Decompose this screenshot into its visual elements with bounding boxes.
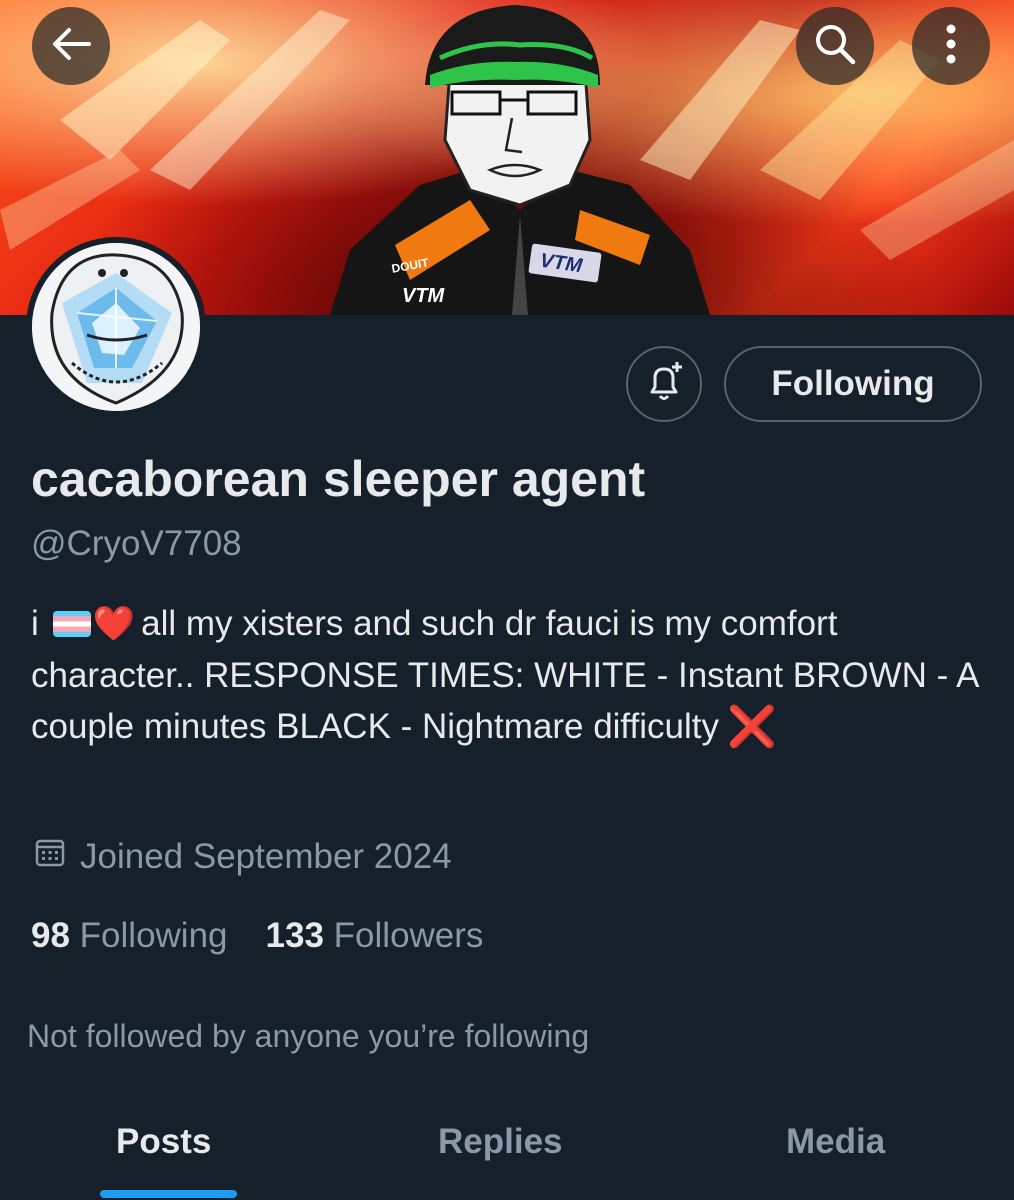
followers-label: Followers <box>333 916 484 955</box>
arrow-left-icon <box>51 27 91 66</box>
following-count: 98 <box>31 916 70 955</box>
display-name: cacaborean sleeper agent <box>31 451 646 507</box>
trans-flag-emoji <box>52 611 91 637</box>
following-label: Following <box>79 916 228 955</box>
bio-start: i <box>31 604 39 643</box>
tab-replies[interactable]: Replies <box>438 1122 563 1162</box>
bio-text: all my xisters and such dr fauci is my c… <box>31 604 978 746</box>
heart-emoji: ❤️ <box>92 605 136 643</box>
following-stat[interactable]: 98 Following <box>31 916 228 956</box>
search-button[interactable] <box>796 7 874 85</box>
more-vertical-icon <box>945 24 957 69</box>
followers-count: 133 <box>265 916 324 955</box>
user-handle: @CryoV7708 <box>31 524 242 563</box>
active-tab-indicator <box>100 1190 237 1198</box>
followers-stat[interactable]: 133 Followers <box>266 916 484 956</box>
follow-stats: 98 Following 133 Followers <box>31 916 483 956</box>
notifications-button[interactable] <box>626 346 702 422</box>
back-button[interactable] <box>32 7 110 85</box>
tab-posts[interactable]: Posts <box>116 1122 211 1162</box>
bio: i ❤️ all my xisters and such dr fauci is m… <box>31 598 991 753</box>
mutual-followers-text: Not followed by anyone you’re following <box>27 1018 590 1054</box>
calendar-icon <box>34 836 66 877</box>
tab-media[interactable]: Media <box>786 1122 885 1162</box>
joined-date: Joined September 2024 <box>34 836 452 877</box>
search-icon <box>813 22 857 71</box>
bell-plus-icon <box>642 360 686 409</box>
following-button[interactable]: Following <box>724 346 982 422</box>
avatar[interactable] <box>26 237 206 417</box>
joined-text: Joined September 2024 <box>80 836 452 876</box>
cross-mark-emoji: ❌ <box>727 705 777 749</box>
jacket-text-left: VTM <box>402 285 446 307</box>
more-options-button[interactable] <box>912 7 990 85</box>
avatar-image <box>32 243 200 411</box>
